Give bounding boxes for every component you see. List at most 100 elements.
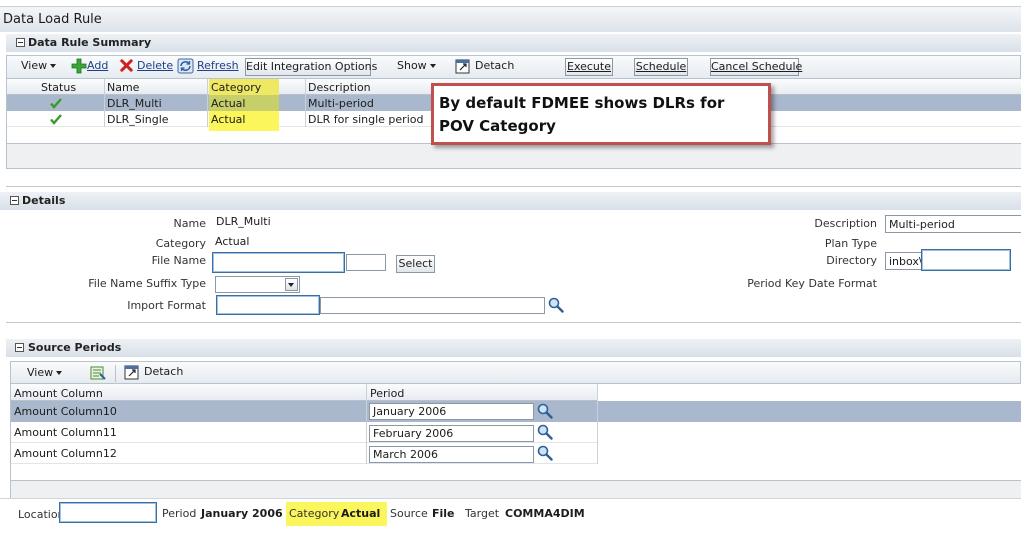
column-divider — [597, 384, 598, 464]
summary-toolbar: View Add Delete Refresh Edit Integration… — [6, 55, 1021, 79]
column-header-name[interactable]: Name — [107, 81, 139, 94]
details-section-header[interactable]: Details — [0, 192, 1021, 210]
summary-table-footer — [7, 143, 1021, 169]
search-icon[interactable] — [537, 445, 553, 461]
cancel-schedule-button[interactable]: Cancel Schedule — [710, 58, 803, 76]
period-input[interactable]: February 2006 — [369, 425, 534, 442]
delete-button[interactable]: Delete — [119, 58, 173, 73]
file-name-suffix-type-select[interactable] — [215, 276, 300, 293]
delete-label: Delete — [137, 58, 174, 72]
source-periods-table-footer — [11, 480, 1021, 498]
collapse-icon[interactable] — [16, 38, 25, 47]
show-menu[interactable]: Show — [397, 59, 436, 72]
file-name-input[interactable] — [212, 252, 345, 273]
column-header-period[interactable]: Period — [370, 387, 404, 400]
search-icon[interactable] — [537, 424, 553, 440]
source-periods-toolbar: View Detach — [10, 361, 1021, 384]
import-format-input[interactable] — [216, 295, 320, 315]
pov-bar: Location Period January 2006 Category Ac… — [0, 498, 1021, 532]
period-input[interactable]: March 2006 — [369, 446, 534, 463]
column-header-description[interactable]: Description — [308, 81, 371, 94]
row-description: Multi-period — [308, 97, 374, 110]
amount-column-cell: Amount Column11 — [14, 426, 117, 439]
amount-column-cell: Amount Column12 — [14, 447, 117, 460]
pov-period-label: Period — [162, 507, 197, 520]
check-icon — [50, 114, 62, 125]
description-label: Description — [814, 217, 877, 230]
row-category: Actual — [211, 97, 246, 110]
pov-source-label: Source — [390, 507, 428, 520]
detach-button[interactable]: Detach — [455, 58, 514, 74]
directory-value: inbox\ — [889, 255, 923, 268]
callout-text: By default FDMEE shows DLRs for POV Cate… — [439, 94, 725, 135]
pov-period-value[interactable]: January 2006 — [201, 507, 283, 520]
chevron-down-icon — [288, 283, 294, 287]
row-name: DLR_Single — [107, 113, 169, 126]
source-periods-section-header[interactable]: Source Periods — [6, 339, 1021, 357]
location-label: Location — [18, 508, 65, 521]
refresh-button[interactable]: Refresh — [177, 58, 239, 74]
category-value: Actual — [215, 235, 250, 248]
pov-category-value[interactable]: Actual — [341, 507, 380, 520]
description-input[interactable]: Multi-period — [885, 215, 1021, 233]
file-name-input-extension[interactable] — [346, 254, 386, 271]
column-divider — [207, 79, 208, 127]
plus-icon — [71, 58, 87, 74]
import-format-input-extension[interactable] — [320, 297, 545, 314]
search-icon[interactable] — [548, 297, 564, 313]
summary-section-title: Data Rule Summary — [28, 36, 152, 49]
detach-label: Detach — [475, 59, 515, 72]
dropdown-button[interactable] — [285, 278, 298, 291]
period-value: March 2006 — [373, 448, 439, 461]
column-header-status[interactable]: Status — [41, 81, 76, 94]
category-label: Category — [155, 237, 206, 250]
schedule-label: Schedule — [635, 60, 687, 73]
add-label: Add — [87, 59, 109, 72]
period-key-date-format-label: Period Key Date Format — [747, 277, 877, 290]
row-description: DLR for single period — [308, 113, 424, 126]
directory-prefix: inbox\ — [885, 252, 925, 270]
refresh-label: Refresh — [197, 59, 239, 72]
location-input[interactable] — [59, 502, 157, 523]
view-menu-label: View — [27, 366, 54, 379]
column-header-category[interactable]: Category — [211, 81, 261, 94]
section-divider — [6, 322, 1021, 323]
search-icon[interactable] — [537, 403, 553, 419]
schedule-button[interactable]: Schedule — [634, 58, 688, 76]
chevron-down-icon — [50, 64, 57, 68]
row-category: Actual — [211, 113, 246, 126]
add-button[interactable]: Add — [71, 58, 108, 74]
name-value: DLR_Multi — [216, 215, 271, 228]
column-header-amount-column[interactable]: Amount Column — [14, 387, 103, 400]
collapse-icon[interactable] — [15, 343, 24, 352]
cancel-schedule-label: Cancel Schedule — [711, 60, 803, 73]
row-name: DLR_Multi — [107, 97, 162, 110]
execute-label: Execute — [567, 60, 611, 73]
detach-label: Detach — [144, 365, 184, 378]
select-button[interactable]: Select — [396, 255, 435, 273]
edit-integration-options-button[interactable]: Edit Integration Options — [245, 58, 377, 76]
execute-button[interactable]: Execute — [565, 58, 613, 76]
column-divider — [366, 384, 367, 464]
section-divider — [6, 186, 1021, 187]
details-section-title: Details — [22, 194, 66, 207]
annotation-callout: By default FDMEE shows DLRs for POV Cate… — [431, 83, 771, 145]
toolbar-separator — [115, 365, 116, 382]
directory-label: Directory — [826, 254, 877, 267]
collapse-icon[interactable] — [10, 196, 19, 205]
chevron-down-icon — [56, 371, 63, 375]
amount-column-cell: Amount Column10 — [14, 405, 117, 418]
source-periods-table: Amount Column Period Amount Column10 Jan… — [10, 384, 1021, 498]
period-input[interactable]: January 2006 — [369, 403, 534, 420]
summary-section-header[interactable]: Data Rule Summary — [6, 34, 1021, 52]
description-value: Multi-period — [889, 218, 955, 231]
refresh-icon — [177, 58, 194, 74]
page-title-bar: Data Load Rule — [0, 6, 1021, 32]
page-title: Data Load Rule — [3, 12, 102, 27]
directory-input[interactable] — [921, 249, 1011, 271]
view-menu[interactable]: View — [27, 366, 63, 379]
detach-button[interactable]: Detach — [124, 364, 183, 380]
query-by-example-icon[interactable] — [90, 365, 107, 381]
view-menu[interactable]: View — [21, 59, 57, 72]
plan-type-label: Plan Type — [824, 237, 877, 250]
